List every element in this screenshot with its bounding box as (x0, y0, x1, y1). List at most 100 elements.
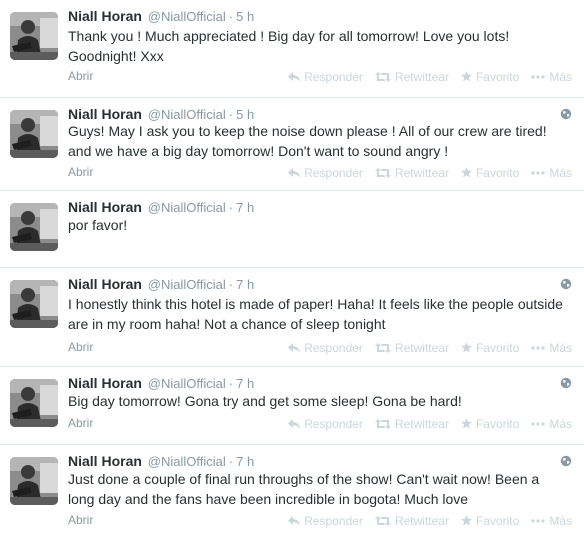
avatar[interactable] (10, 280, 58, 328)
tweet[interactable]: Niall Horan @NiallOfficial · 7 h por favor… (0, 191, 584, 268)
star-icon (460, 515, 472, 526)
avatar-image (10, 203, 58, 251)
tweet-footer: Abrir Responder Retwittear Favorito Más (68, 68, 572, 84)
tweet[interactable]: Niall Horan @NiallOfficial · 7 h Big day t… (0, 367, 584, 445)
favorite-button[interactable]: Favorito (460, 164, 519, 181)
favorite-label: Favorito (475, 416, 520, 431)
reply-button[interactable]: Responder (288, 68, 363, 85)
author-fullname[interactable]: Niall Horan (68, 199, 142, 215)
separator-dot: · (228, 200, 234, 215)
tweet-header: Niall Horan @NiallOfficial · 7 h (68, 452, 254, 470)
reply-button[interactable]: Responder (288, 512, 363, 529)
retweet-icon (374, 342, 391, 353)
expand-link[interactable]: Abrir (68, 415, 93, 431)
tweet-text: Big day tomorrow! Gona try and get some … (68, 391, 573, 411)
tweet[interactable]: Niall Horan @NiallOfficial · 5 h Guys! May… (0, 98, 584, 191)
avatar[interactable] (10, 379, 58, 427)
tweet-time[interactable]: 5 h (236, 9, 254, 24)
expand-link[interactable]: Abrir (68, 68, 93, 84)
reply-label: Responder (304, 165, 363, 180)
tweet-actions: Responder Retwittear Favorito Más (276, 415, 572, 432)
tweet-text-line: long day and the fans have been incredib… (68, 491, 469, 507)
tweet-actions: Responder Retwittear Favorito Más (276, 512, 572, 529)
tweet-time[interactable]: 7 h (236, 376, 254, 391)
star-icon (460, 418, 472, 429)
reply-icon (288, 71, 301, 82)
reply-label: Responder (304, 69, 363, 84)
more-button[interactable]: Más (531, 164, 572, 181)
reply-button[interactable]: Responder (288, 164, 363, 181)
more-button[interactable]: Más (531, 512, 572, 529)
avatar[interactable] (10, 110, 58, 158)
more-label: Más (549, 513, 572, 528)
tweet-text: Guys! May I ask you to keep the noise do… (68, 121, 573, 161)
more-button[interactable]: Más (531, 68, 572, 85)
favorite-button[interactable]: Favorito (460, 68, 520, 85)
favorite-label: Favorito (475, 513, 520, 528)
favorite-button[interactable]: Favorito (460, 512, 520, 529)
retweet-button[interactable]: Retwittear (374, 68, 449, 85)
tweet-text: Thank you ! Much appreciated ! Big day f… (68, 26, 573, 66)
author-username[interactable]: @NiallOfficial (148, 376, 226, 391)
avatar[interactable] (10, 203, 58, 251)
tweet-actions: Responder Retwittear Favorito Más (276, 339, 572, 356)
author-fullname[interactable]: Niall Horan (68, 8, 142, 24)
tweet[interactable]: Niall Horan @NiallOfficial · 7 h I honestl… (0, 268, 584, 367)
reply-button[interactable]: Responder (288, 339, 363, 356)
separator-dot: · (228, 454, 234, 469)
reply-icon (288, 167, 301, 178)
separator-dot: · (228, 107, 234, 122)
tweet-header: Niall Horan @NiallOfficial · 5 h (68, 7, 254, 25)
tweet-time[interactable]: 7 h (236, 454, 254, 469)
ellipsis-icon (531, 346, 545, 350)
favorite-label: Favorito (475, 69, 520, 84)
expand-link[interactable]: Abrir (68, 512, 93, 528)
star-icon (460, 342, 472, 353)
author-username[interactable]: @NiallOfficial (148, 454, 226, 469)
author-username[interactable]: @NiallOfficial (148, 107, 226, 122)
reply-label: Responder (304, 513, 363, 528)
expand-link[interactable]: Abrir (68, 164, 93, 180)
separator-dot: · (228, 376, 234, 391)
author-username[interactable]: @NiallOfficial (148, 9, 226, 24)
author-fullname[interactable]: Niall Horan (68, 106, 142, 122)
more-button[interactable]: Más (531, 415, 572, 432)
separator-dot: · (228, 277, 234, 292)
expand-link[interactable]: Abrir (68, 339, 93, 355)
avatar[interactable] (10, 457, 58, 505)
ellipsis-icon (531, 171, 545, 175)
star-icon (460, 167, 472, 178)
more-label: Más (549, 165, 572, 180)
avatar-image (10, 110, 58, 158)
retweet-button[interactable]: Retwittear (374, 164, 449, 181)
retweet-button[interactable]: Retwittear (374, 415, 449, 432)
favorite-button[interactable]: Favorito (460, 415, 520, 432)
retweet-button[interactable]: Retwittear (374, 339, 449, 356)
more-label: Más (549, 416, 572, 431)
author-username[interactable]: @NiallOfficial (148, 200, 226, 215)
separator-dot: · (228, 9, 234, 24)
retweet-button[interactable]: Retwittear (374, 512, 449, 529)
author-username[interactable]: @NiallOfficial (148, 277, 226, 292)
tweet-actions: Responder Retwittear Favorito Más (276, 68, 572, 85)
tweet-time[interactable]: 7 h (236, 200, 254, 215)
more-button[interactable]: Más (531, 339, 572, 356)
retweet-icon (374, 418, 391, 429)
favorite-button[interactable]: Favorito (460, 339, 519, 356)
tweet-text-line: Big day tomorrow! Gona try and get some … (68, 393, 462, 409)
tweet[interactable]: Niall Horan @NiallOfficial · 5 h Thank you… (0, 0, 584, 98)
retweet-label: Retwittear (394, 513, 449, 528)
tweet-time[interactable]: 5 h (236, 107, 254, 122)
tweet-header: Niall Horan @NiallOfficial · 7 h (68, 275, 254, 293)
avatar[interactable] (10, 12, 58, 60)
author-fullname[interactable]: Niall Horan (68, 276, 142, 292)
globe-icon (560, 107, 572, 120)
globe-icon (560, 376, 572, 389)
author-fullname[interactable]: Niall Horan (68, 375, 142, 391)
reply-button[interactable]: Responder (288, 415, 363, 432)
author-fullname[interactable]: Niall Horan (68, 453, 142, 469)
tweet-time[interactable]: 7 h (236, 277, 254, 292)
tweet[interactable]: Niall Horan @NiallOfficial · 7 h Just done… (0, 445, 584, 540)
retweet-label: Retwittear (394, 340, 449, 355)
avatar-image (10, 280, 58, 328)
